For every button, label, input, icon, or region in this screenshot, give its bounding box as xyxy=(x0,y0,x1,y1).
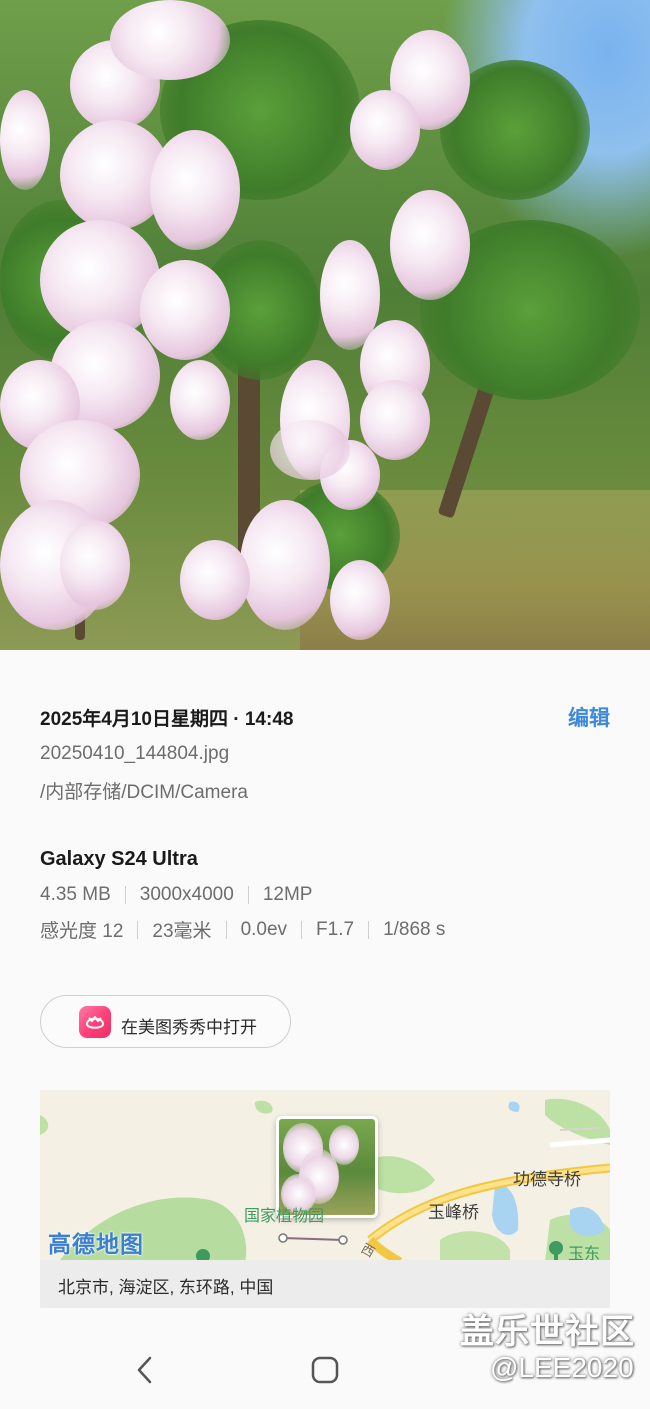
amap-logo: 高德地图 xyxy=(48,1231,144,1257)
open-in-meitu-button[interactable]: 在美图秀秀中打开 xyxy=(40,995,291,1048)
file-path: /内部存储/DCIM/Camera xyxy=(40,782,248,803)
home-square-icon[interactable] xyxy=(311,1356,339,1384)
exposure-value: 0.0ev xyxy=(240,918,288,940)
divider xyxy=(124,886,126,904)
file-name: 20250410_144804.jpg xyxy=(40,743,230,764)
map-label-yufeng-bridge: 玉峰桥 xyxy=(428,1203,479,1222)
location-map[interactable]: 功德寺桥 玉峰桥 国家植物园 玉东 西 高德地图 北京市, 海淀区, 东环路, … xyxy=(40,1090,610,1308)
watermark-author: @LEE2020 xyxy=(490,1352,634,1383)
file-specs-row: 4.35 MB 3000x4000 12MP xyxy=(40,884,312,906)
photo-preview[interactable] xyxy=(0,0,650,650)
megapixels: 12MP xyxy=(262,884,313,905)
exposure-specs-row: 感光度 12 23毫米 0.0ev F1.7 1/868 s xyxy=(40,916,445,943)
address-text: 北京市, 海淀区, 东环路, 中国 xyxy=(58,1278,274,1297)
map-label-botanical-garden: 国家植物园 xyxy=(244,1208,325,1225)
focal-length: 23毫米 xyxy=(152,921,212,942)
watermark-site: 盖乐世社区 xyxy=(460,1313,635,1351)
open-in-meitu-label: 在美图秀秀中打开 xyxy=(121,1018,257,1037)
map-label-gongde-bridge: 功德寺桥 xyxy=(513,1170,581,1189)
divider xyxy=(137,920,139,939)
meitu-app-icon xyxy=(79,1006,111,1038)
divider xyxy=(247,886,249,904)
shutter-speed: 1/868 s xyxy=(383,918,446,940)
device-name: Galaxy S24 Ultra xyxy=(40,848,198,870)
photo-datetime: 2025年4月10日星期四 · 14:48 xyxy=(40,709,294,730)
divider xyxy=(301,920,303,939)
resolution: 3000x4000 xyxy=(139,884,234,905)
file-size: 4.35 MB xyxy=(40,884,111,905)
address-bar[interactable]: 北京市, 海淀区, 东环路, 中国 xyxy=(40,1260,610,1308)
divider xyxy=(225,920,227,939)
back-chevron-icon[interactable] xyxy=(132,1355,160,1385)
aperture: F1.7 xyxy=(316,918,355,940)
divider xyxy=(368,920,370,939)
iso: 感光度 12 xyxy=(40,921,124,942)
edit-button[interactable]: 编辑 xyxy=(568,702,610,732)
